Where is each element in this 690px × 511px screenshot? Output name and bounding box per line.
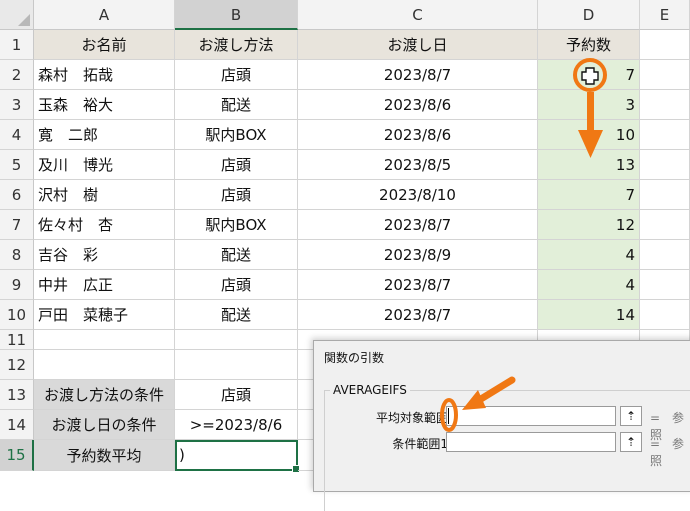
name-cell[interactable]: 及川 博光: [34, 150, 175, 180]
cell[interactable]: [640, 270, 690, 300]
column-header-a[interactable]: A: [34, 0, 175, 30]
header-name-cell[interactable]: お名前: [34, 30, 175, 60]
method-cell[interactable]: 駅内BOX: [175, 120, 298, 150]
header-method-cell[interactable]: お渡し方法: [175, 30, 298, 60]
method-condition-value[interactable]: 店頭: [175, 380, 298, 410]
header-count-cell[interactable]: 予約数: [538, 30, 640, 60]
name-cell[interactable]: 戸田 菜穂子: [34, 300, 175, 330]
header-date-cell[interactable]: お渡し日: [298, 30, 538, 60]
method-cell[interactable]: 店頭: [175, 150, 298, 180]
average-range-input[interactable]: [446, 406, 616, 426]
date-cell[interactable]: 2023/8/6: [298, 90, 538, 120]
date-cell[interactable]: 2023/8/7: [298, 60, 538, 90]
name-cell[interactable]: 玉森 裕大: [34, 90, 175, 120]
cell[interactable]: [175, 330, 298, 350]
name-cell[interactable]: 沢村 樹: [34, 180, 175, 210]
row-header-12[interactable]: 12: [0, 350, 34, 380]
active-cell-border: [175, 440, 300, 473]
function-name: AVERAGEIFS: [330, 383, 410, 397]
column-header-d[interactable]: D: [538, 0, 640, 30]
method-condition-label[interactable]: お渡し方法の条件: [34, 380, 175, 410]
cell[interactable]: [34, 330, 175, 350]
method-cell[interactable]: 駅内BOX: [175, 210, 298, 240]
cell[interactable]: [640, 210, 690, 240]
count-cell[interactable]: 13: [538, 150, 640, 180]
text-caret: [448, 408, 449, 424]
method-cell[interactable]: 配送: [175, 90, 298, 120]
count-cell[interactable]: 3: [538, 90, 640, 120]
date-condition-value[interactable]: >=2023/8/6: [175, 410, 298, 440]
date-cell[interactable]: 2023/8/7: [298, 270, 538, 300]
row-header-7[interactable]: 7: [0, 210, 34, 240]
row-header-4[interactable]: 4: [0, 120, 34, 150]
count-cell[interactable]: 14: [538, 300, 640, 330]
arg1-collapse-button[interactable]: ⇡: [620, 406, 642, 426]
cell[interactable]: [640, 240, 690, 270]
criteria-range1-input[interactable]: [446, 432, 616, 452]
column-header-b[interactable]: B: [175, 0, 298, 30]
cell[interactable]: [640, 90, 690, 120]
dialog-title: 関数の引数: [324, 351, 385, 365]
row-header-13[interactable]: 13: [0, 380, 34, 410]
row-header-8[interactable]: 8: [0, 240, 34, 270]
method-cell[interactable]: 配送: [175, 300, 298, 330]
column-header-c[interactable]: C: [298, 0, 538, 30]
row-header-14[interactable]: 14: [0, 410, 34, 440]
row-header-15[interactable]: 15: [0, 440, 34, 471]
count-cell[interactable]: 7: [538, 60, 640, 90]
select-all-button[interactable]: [0, 0, 34, 30]
cell[interactable]: [640, 180, 690, 210]
cell[interactable]: [640, 300, 690, 330]
arg2-collapse-button[interactable]: ⇡: [620, 432, 642, 452]
cell[interactable]: [640, 60, 690, 90]
date-cell[interactable]: 2023/8/9: [298, 240, 538, 270]
method-cell[interactable]: 店頭: [175, 60, 298, 90]
name-cell[interactable]: 森村 拓哉: [34, 60, 175, 90]
name-cell[interactable]: 中井 広正: [34, 270, 175, 300]
date-cell[interactable]: 2023/8/7: [298, 210, 538, 240]
cell[interactable]: [175, 350, 298, 380]
date-condition-label[interactable]: お渡し日の条件: [34, 410, 175, 440]
name-cell[interactable]: 佐々村 杏: [34, 210, 175, 240]
count-cell[interactable]: 4: [538, 270, 640, 300]
cell[interactable]: [640, 150, 690, 180]
select-all-triangle-icon: [18, 14, 30, 26]
method-cell[interactable]: 配送: [175, 240, 298, 270]
date-cell[interactable]: 2023/8/6: [298, 120, 538, 150]
name-cell[interactable]: 寛 二郎: [34, 120, 175, 150]
count-cell[interactable]: 7: [538, 180, 640, 210]
date-cell[interactable]: 2023/8/5: [298, 150, 538, 180]
name-cell[interactable]: 吉谷 彩: [34, 240, 175, 270]
arg2-result: = 参照: [650, 437, 685, 468]
count-cell[interactable]: 4: [538, 240, 640, 270]
row-header-3[interactable]: 3: [0, 90, 34, 120]
date-cell[interactable]: 2023/8/7: [298, 300, 538, 330]
cell[interactable]: [640, 30, 690, 60]
row-header-9[interactable]: 9: [0, 270, 34, 300]
arg2-label: 条件範囲1: [392, 437, 448, 451]
count-cell[interactable]: 12: [538, 210, 640, 240]
cell[interactable]: [34, 350, 175, 380]
method-cell[interactable]: 店頭: [175, 270, 298, 300]
row-header-10[interactable]: 10: [0, 300, 34, 330]
row-header-11[interactable]: 11: [0, 330, 34, 350]
average-label[interactable]: 予約数平均: [34, 440, 175, 471]
count-cell[interactable]: 10: [538, 120, 640, 150]
row-header-6[interactable]: 6: [0, 180, 34, 210]
cell[interactable]: [640, 120, 690, 150]
arg1-label: 平均対象範囲: [375, 411, 448, 425]
row-header-5[interactable]: 5: [0, 150, 34, 180]
column-header-e[interactable]: E: [640, 0, 690, 30]
method-cell[interactable]: 店頭: [175, 180, 298, 210]
row-header-1[interactable]: 1: [0, 30, 34, 60]
row-header-2[interactable]: 2: [0, 60, 34, 90]
function-arguments-dialog: 関数の引数 AVERAGEIFS 平均対象範囲 ⇡ = 参照 条件範囲1 ⇡ =…: [313, 340, 690, 511]
date-cell[interactable]: 2023/8/10: [298, 180, 538, 210]
